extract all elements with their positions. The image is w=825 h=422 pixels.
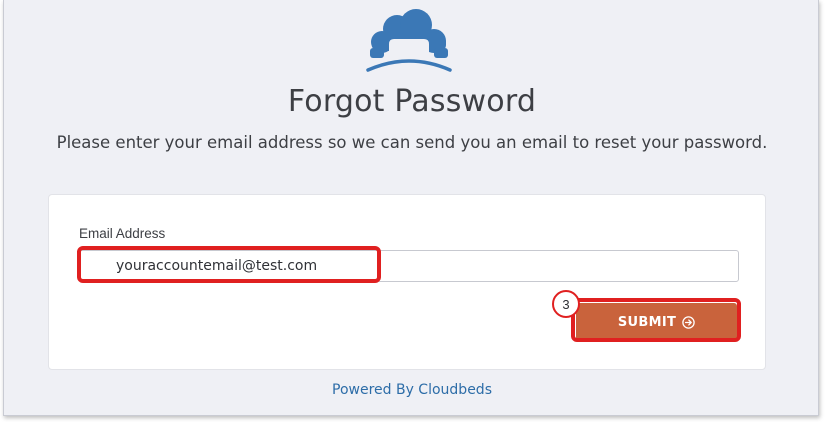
- email-field[interactable]: [79, 250, 739, 282]
- page-title: Forgot Password: [287, 84, 537, 119]
- forgot-password-screen: Forgot Password Please enter your email …: [3, 0, 819, 416]
- cloudbeds-cloud-logo-icon: [364, 8, 454, 74]
- arrow-circle-right-icon: [682, 315, 695, 329]
- forgot-password-form-card: Email Address SUBMIT 3: [48, 194, 766, 370]
- page-subtitle: Please enter your email address so we ca…: [56, 133, 768, 152]
- submit-button-label: SUBMIT: [617, 314, 677, 330]
- step-number-badge: 3: [552, 290, 580, 318]
- email-label: Email Address: [79, 226, 166, 241]
- powered-by-link[interactable]: Powered By Cloudbeds: [4, 382, 820, 398]
- submit-button[interactable]: SUBMIT: [576, 303, 737, 341]
